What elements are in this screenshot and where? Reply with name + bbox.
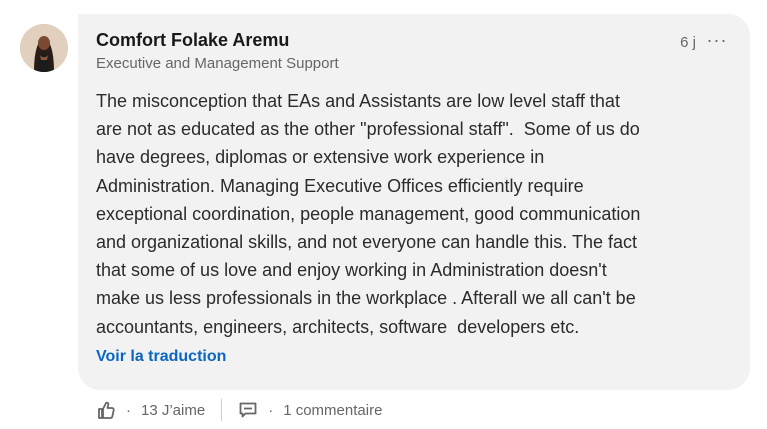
comment-text-line: and organizational skills, and not every… bbox=[96, 232, 638, 253]
comment-text-line: make us less professionals in the workpl… bbox=[96, 288, 636, 309]
avatar[interactable] bbox=[20, 24, 68, 72]
comment-text-line: that some of us love and enjoy working i… bbox=[96, 260, 607, 281]
comment-bubble: Comfort Folake Aremu Executive and Manag… bbox=[78, 14, 750, 390]
comment-text-line: are not as educated as the other "profes… bbox=[96, 119, 640, 140]
comment-text-line: exceptional coordination, people managem… bbox=[96, 203, 641, 224]
more-options-button[interactable]: ··· bbox=[702, 28, 732, 52]
separator-dot: · bbox=[126, 401, 131, 419]
author-name[interactable]: Comfort Folake Aremu bbox=[96, 30, 289, 51]
comment-icon[interactable] bbox=[238, 400, 258, 420]
comment-text-line: have degrees, diplomas or extensive work… bbox=[96, 147, 545, 168]
replies-count[interactable]: 1 commentaire bbox=[283, 402, 382, 419]
comment-text: The misconception that EAs and Assistant… bbox=[96, 87, 736, 341]
author-headline: Executive and Management Support bbox=[96, 55, 339, 72]
comment-text-line: Administration. Managing Executive Offic… bbox=[96, 175, 584, 196]
likes-count[interactable]: 13 J’aime bbox=[141, 402, 205, 419]
comment-text-line: accountants, engineers, architects, soft… bbox=[96, 316, 580, 337]
thumbs-up-icon[interactable] bbox=[96, 400, 116, 420]
comment-actions: · 13 J’aime · 1 commentaire bbox=[96, 396, 382, 424]
comment-timestamp: 6 j bbox=[680, 34, 696, 51]
avatar-photo bbox=[20, 24, 68, 72]
comment-text-line: The misconception that EAs and Assistant… bbox=[96, 91, 620, 111]
separator-dot: · bbox=[268, 401, 274, 419]
actions-divider bbox=[221, 399, 223, 421]
see-translation-link[interactable]: Voir la traduction bbox=[96, 348, 226, 366]
ellipsis-icon: ··· bbox=[706, 30, 728, 50]
